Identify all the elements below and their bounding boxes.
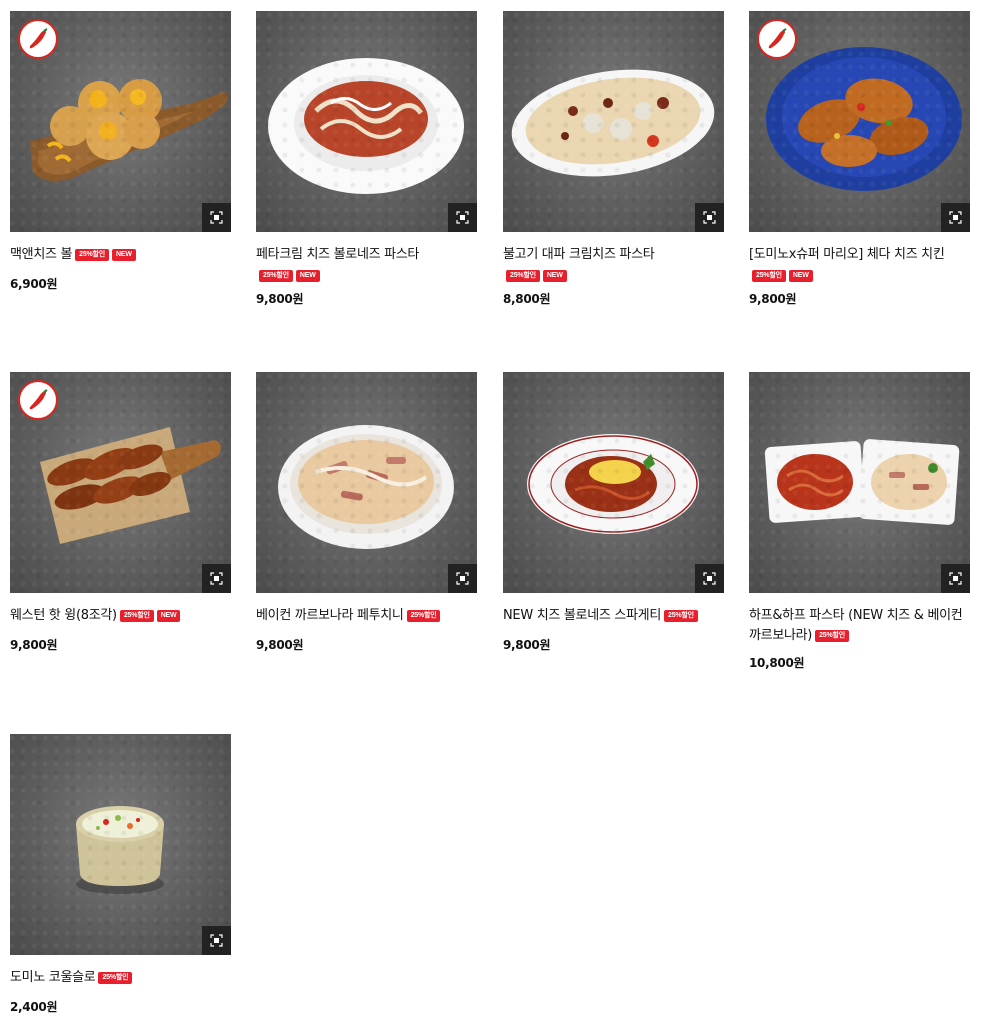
product-price: 9,800원 bbox=[256, 292, 304, 306]
product-image[interactable] bbox=[503, 372, 724, 593]
product-card[interactable]: 페타크림 치즈 볼로네즈 파스타 25%할인 NEW 9,800원 bbox=[256, 11, 477, 307]
product-price: 8,800원 bbox=[503, 292, 551, 306]
product-card[interactable]: [도미노x슈퍼 마리오] 체다 치즈 치킨 25%할인 NEW 9,800원 bbox=[749, 11, 970, 307]
discount-badge: 25%할인 bbox=[664, 610, 698, 622]
chili-pepper-icon bbox=[18, 19, 58, 59]
half-half-pasta-image bbox=[764, 439, 960, 525]
product-name[interactable]: 하프&하프 파스타 (NEW 치즈 & 베이컨 bbox=[749, 608, 963, 623]
bulgogi-cream-pasta-image bbox=[511, 69, 715, 177]
product-card[interactable]: 웨스턴 핫 윙(8조각) 25%할인 NEW 9,800원 bbox=[10, 372, 231, 653]
product-image[interactable] bbox=[10, 734, 231, 955]
product-image[interactable] bbox=[10, 11, 231, 232]
chili-pepper-icon bbox=[18, 380, 58, 420]
discount-badge: 25%할인 bbox=[815, 630, 849, 642]
product-image[interactable] bbox=[749, 11, 970, 232]
discount-badge: 25%할인 bbox=[406, 610, 441, 622]
product-name[interactable]: 페타크림 치즈 볼로네즈 파스타 bbox=[256, 247, 419, 262]
zoom-expand-icon[interactable] bbox=[941, 564, 970, 593]
discount-badge: 25%할인 bbox=[98, 972, 133, 984]
discount-badge: 25%할인 bbox=[259, 270, 293, 282]
product-price: 9,800원 bbox=[503, 638, 551, 652]
product-image[interactable] bbox=[256, 372, 477, 593]
product-name[interactable]: NEW 치즈 볼로네즈 스파게티 bbox=[503, 608, 661, 623]
discount-badge: 25%할인 bbox=[75, 249, 110, 261]
product-image[interactable] bbox=[749, 372, 970, 593]
product-name[interactable]: 베이컨 까르보나라 페투치니 bbox=[256, 608, 404, 623]
product-image[interactable] bbox=[256, 11, 477, 232]
discount-badge: 25%할인 bbox=[119, 610, 154, 622]
product-price: 9,800원 bbox=[256, 638, 304, 652]
product-price: 2,400원 bbox=[10, 1000, 58, 1014]
feta-bolognese-pasta-image bbox=[268, 58, 464, 194]
product-card[interactable]: NEW 치즈 볼로네즈 스파게티 25%할인 9,800원 bbox=[503, 372, 724, 653]
new-badge: NEW bbox=[156, 610, 181, 622]
zoom-expand-icon[interactable] bbox=[941, 203, 970, 232]
cheese-bolognese-spaghetti-image bbox=[527, 434, 699, 534]
product-name-continued[interactable]: 까르보나라) bbox=[749, 628, 812, 643]
zoom-expand-icon[interactable] bbox=[448, 564, 477, 593]
product-card[interactable]: 베이컨 까르보나라 페투치니 25%할인 9,800원 bbox=[256, 372, 477, 653]
new-badge: NEW bbox=[542, 270, 567, 282]
discount-badge: 25%할인 bbox=[752, 270, 786, 282]
product-name[interactable]: 웨스턴 핫 윙(8조각) bbox=[10, 608, 117, 623]
product-price: 9,800원 bbox=[10, 638, 58, 652]
zoom-expand-icon[interactable] bbox=[202, 926, 231, 955]
product-name[interactable]: 도미노 코울슬로 bbox=[10, 970, 96, 985]
new-badge: NEW bbox=[112, 249, 136, 261]
discount-badge: 25%할인 bbox=[506, 270, 540, 282]
chili-pepper-icon bbox=[757, 19, 797, 59]
coleslaw-image bbox=[76, 806, 164, 894]
zoom-expand-icon[interactable] bbox=[448, 203, 477, 232]
zoom-expand-icon[interactable] bbox=[695, 203, 724, 232]
zoom-expand-icon[interactable] bbox=[202, 564, 231, 593]
product-name[interactable]: [도미노x슈퍼 마리오] 체다 치즈 치킨 bbox=[749, 247, 945, 262]
new-badge: NEW bbox=[295, 270, 320, 282]
product-name[interactable]: 불고기 대파 크림치즈 파스타 bbox=[503, 247, 655, 262]
new-badge: NEW bbox=[788, 270, 813, 282]
product-name[interactable]: 맥앤치즈 볼 bbox=[10, 247, 72, 262]
product-price: 6,900원 bbox=[10, 277, 58, 291]
product-card[interactable]: 하프&하프 파스타 (NEW 치즈 & 베이컨 까르보나라) 25%할인 10,8… bbox=[749, 372, 970, 671]
zoom-expand-icon[interactable] bbox=[202, 203, 231, 232]
product-price: 10,800원 bbox=[749, 656, 805, 670]
product-price: 9,800원 bbox=[749, 292, 797, 306]
product-card[interactable]: 불고기 대파 크림치즈 파스타 25%할인 NEW 8,800원 bbox=[503, 11, 724, 307]
product-card[interactable]: 맥앤치즈 볼 25%할인 NEW 6,900원 bbox=[10, 11, 231, 292]
product-image[interactable] bbox=[10, 372, 231, 593]
bacon-carbonara-image bbox=[278, 425, 454, 549]
zoom-expand-icon[interactable] bbox=[695, 564, 724, 593]
product-image[interactable] bbox=[503, 11, 724, 232]
product-card[interactable]: 도미노 코울슬로 25%할인 2,400원 bbox=[10, 734, 231, 1015]
